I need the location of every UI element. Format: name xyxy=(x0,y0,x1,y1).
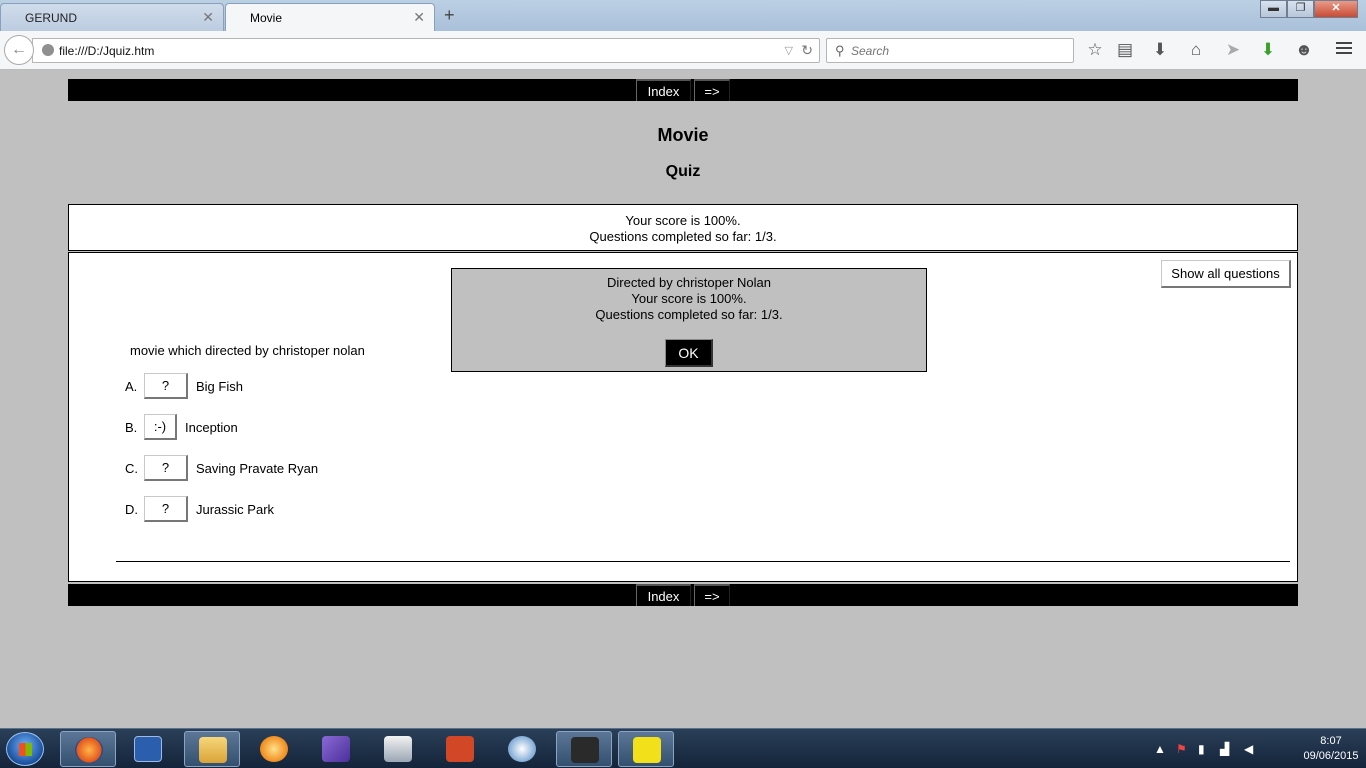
search-bar[interactable]: ⚲ xyxy=(826,38,1074,63)
taskbar: ▲ ⚑ ▮ ▟ ◀ 8:07 09/06/2015 xyxy=(0,728,1366,768)
reading-list-icon[interactable]: ▤ xyxy=(1114,40,1136,60)
score-panel: Your score is 100%. Questions completed … xyxy=(68,204,1298,251)
chevron-up-icon[interactable]: ▲ xyxy=(1154,742,1166,756)
answer-a-button[interactable]: ? xyxy=(144,373,188,399)
answer-text: Saving Pravate Ryan xyxy=(196,460,319,476)
reload-icon[interactable]: ↻ xyxy=(801,42,813,59)
page-subtitle: Quiz xyxy=(665,163,701,180)
score-text: Your score is 100%. xyxy=(625,213,741,228)
close-icon[interactable]: ✕ xyxy=(413,9,425,26)
explorer-icon[interactable] xyxy=(184,731,240,767)
answer-option-a: A. ? Big Fish xyxy=(125,373,243,399)
menu-icon[interactable] xyxy=(1336,42,1352,54)
url-text[interactable]: file:///D:/Jquiz.htm xyxy=(59,44,154,58)
media-icon[interactable] xyxy=(246,731,302,767)
progress-text: Questions completed so far: 1/3. xyxy=(589,229,777,244)
star-icon[interactable]: ☆ xyxy=(1084,40,1106,60)
tab-gerund[interactable]: GERUND ✕ xyxy=(0,3,224,31)
word-icon[interactable] xyxy=(120,731,176,767)
app-hand-yellow-icon[interactable] xyxy=(618,731,674,767)
battery-icon[interactable]: ▮ xyxy=(1198,742,1205,756)
answer-option-b: B. :-) Inception xyxy=(125,414,238,440)
navigation-toolbar: file:///D:/Jquiz.htm ▽ ↻ ← ⚲ ☆ ▤ ⬇ ⌂ ➤ ⬇… xyxy=(0,31,1366,70)
answer-letter: B. xyxy=(125,419,138,435)
clock-time: 8:07 xyxy=(1320,735,1342,747)
page-title: Movie xyxy=(657,125,709,145)
answer-text: Big Fish xyxy=(196,378,243,394)
answer-letter: A. xyxy=(125,378,138,394)
globe-icon xyxy=(42,44,54,56)
chevron-down-icon[interactable]: ▽ xyxy=(785,44,793,57)
tab-label: GERUND xyxy=(25,10,78,25)
answer-option-d: D. ? Jurassic Park xyxy=(125,496,274,522)
back-button[interactable]: ← xyxy=(4,35,34,65)
volume-icon[interactable]: ◀ xyxy=(1244,742,1253,756)
search-icon: ⚲ xyxy=(835,43,845,58)
network-icon[interactable]: ▟ xyxy=(1220,742,1229,756)
system-tray: ▲ ⚑ ▮ ▟ ◀ 8:07 09/06/2015 xyxy=(1146,729,1366,768)
answer-text: Jurassic Park xyxy=(196,501,275,517)
question-text: movie which directed by christoper nolan xyxy=(130,343,365,358)
feedback-progress: Questions completed so far: 1/3. xyxy=(595,307,783,322)
new-tab-button[interactable]: + xyxy=(444,5,455,26)
feedback-message: Directed by christoper Nolan xyxy=(606,275,772,290)
tab-bar: GERUND ✕ Movie ✕ + ▬ ❐ ✕ xyxy=(0,0,1366,32)
powerpoint-icon[interactable] xyxy=(432,731,488,767)
answer-text: Inception xyxy=(185,419,238,435)
visual-studio-icon[interactable] xyxy=(308,731,364,767)
next-button[interactable]: => xyxy=(694,79,730,101)
flag-icon[interactable]: ⚑ xyxy=(1176,742,1187,756)
answer-letter: D. xyxy=(125,501,138,517)
answer-d-button[interactable]: ? xyxy=(144,496,188,522)
feedback-score: Your score is 100%. xyxy=(631,291,747,306)
search-input[interactable] xyxy=(851,42,1061,60)
answer-option-c: C. ? Saving Pravate Ryan xyxy=(125,455,318,481)
feedback-dialog: Directed by christoper Nolan Your score … xyxy=(451,268,927,372)
download-green-icon[interactable]: ⬇ xyxy=(1257,40,1279,60)
answer-c-button[interactable]: ? xyxy=(144,455,188,481)
answer-b-button[interactable]: :-) xyxy=(144,414,177,440)
smiley-icon[interactable]: ☻ xyxy=(1293,40,1315,60)
video-editor-icon[interactable] xyxy=(370,731,426,767)
ok-button[interactable]: OK xyxy=(665,339,713,367)
close-window-button[interactable]: ✕ xyxy=(1314,0,1358,18)
paint-icon[interactable] xyxy=(494,731,550,767)
maximize-button[interactable]: ❐ xyxy=(1287,0,1314,18)
tab-label: Movie xyxy=(250,11,283,25)
download-icon[interactable]: ⬇ xyxy=(1149,40,1171,60)
start-button[interactable] xyxy=(6,732,44,766)
minimize-button[interactable]: ▬ xyxy=(1260,0,1287,18)
bottom-nav-strip: Index => xyxy=(68,584,1298,606)
answer-letter: C. xyxy=(125,460,138,476)
index-button[interactable]: Index xyxy=(636,584,691,606)
send-icon[interactable]: ➤ xyxy=(1222,40,1244,60)
close-icon[interactable]: ✕ xyxy=(202,9,214,26)
url-bar[interactable]: file:///D:/Jquiz.htm ▽ ↻ xyxy=(32,38,820,63)
clock[interactable]: 8:07 09/06/2015 xyxy=(1296,734,1366,764)
clock-date: 09/06/2015 xyxy=(1303,750,1359,762)
app-hand-icon[interactable] xyxy=(556,731,612,767)
show-all-questions-button[interactable]: Show all questions xyxy=(1161,260,1291,288)
index-button[interactable]: Index xyxy=(636,79,691,101)
next-button[interactable]: => xyxy=(694,584,730,606)
firefox-icon[interactable] xyxy=(60,731,116,767)
home-icon[interactable]: ⌂ xyxy=(1185,40,1207,60)
divider xyxy=(116,561,1290,562)
window-controls: ▬ ❐ ✕ xyxy=(1260,0,1358,18)
tab-movie[interactable]: Movie ✕ xyxy=(225,3,435,32)
arrow-left-icon: ← xyxy=(11,41,27,58)
top-nav-strip: Index => xyxy=(68,79,1298,101)
